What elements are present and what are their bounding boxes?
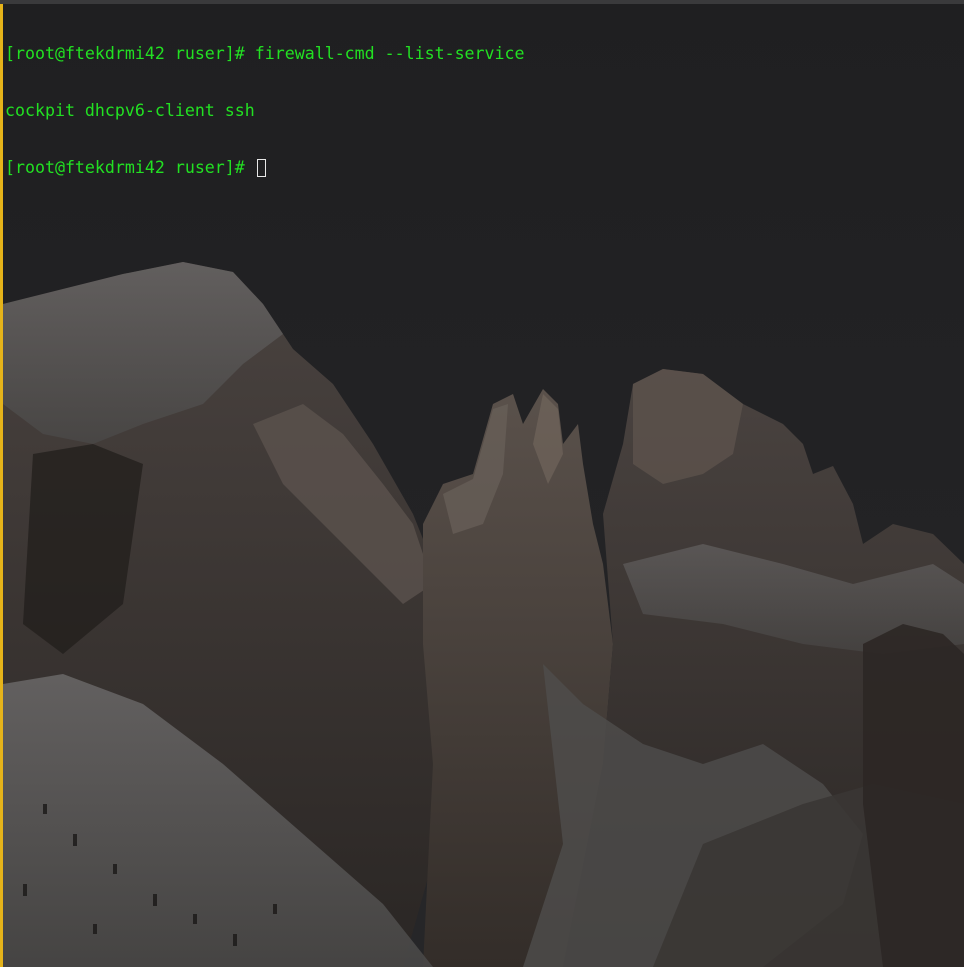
terminal-window[interactable]: [root@ftekdrmi42 ruser]# firewall-cmd --… (0, 0, 964, 967)
command-text: firewall-cmd --list-service (254, 44, 525, 63)
terminal-output[interactable]: [root@ftekdrmi42 ruser]# firewall-cmd --… (5, 6, 964, 215)
text-cursor (256, 159, 266, 177)
command-output: cockpit dhcpv6-client ssh (5, 101, 255, 120)
prompt-text: [root@ftekdrmi42 ruser]# (5, 44, 255, 63)
current-prompt-line[interactable]: [root@ftekdrmi42 ruser]# (5, 158, 964, 177)
current-prompt-text: [root@ftekdrmi42 ruser]# (5, 158, 255, 177)
command-line: [root@ftekdrmi42 ruser]# firewall-cmd --… (5, 44, 964, 63)
